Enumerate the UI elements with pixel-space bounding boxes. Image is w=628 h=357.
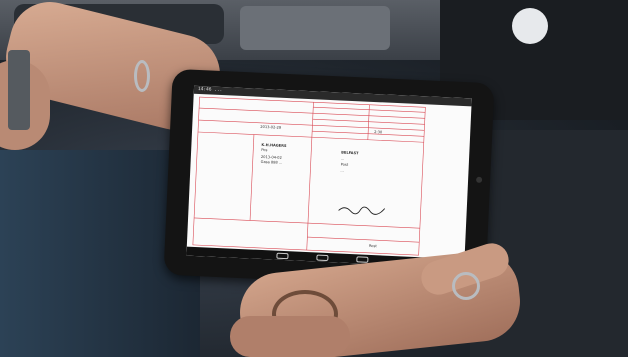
field-value: 2:30: [374, 130, 383, 135]
left-ring: [134, 60, 150, 92]
document-divider-top: [199, 107, 425, 119]
photo-scene: 14:46 ... 2013-02-28 2:30 K.H.HAGERS Pos…: [0, 0, 628, 357]
signature: [338, 206, 386, 215]
document-divider-mid: [306, 102, 314, 251]
camera-icon: [475, 176, 483, 183]
cmr-document: [192, 96, 426, 256]
back-icon[interactable]: [276, 252, 289, 260]
sender-line-2: Pos: [261, 147, 268, 153]
watch-band: [8, 50, 30, 130]
tablet-screen[interactable]: 14:46 ... 2013-02-28 2:30 K.H.HAGERS Pos…: [186, 85, 472, 269]
home-icon[interactable]: [316, 254, 329, 262]
document-divider-lower: [194, 217, 420, 229]
receiver-line-3: Post: [340, 162, 349, 167]
document-col-left: [249, 134, 255, 221]
right-ring: [452, 272, 480, 300]
receiver-line-4: ...: [340, 168, 344, 173]
recent-apps-icon[interactable]: [356, 256, 369, 263]
receiver-line-2: ...: [340, 156, 345, 161]
receiver-line-1: BELFAST: [341, 150, 359, 156]
footer-text: Rost: [368, 243, 377, 249]
right-wrist: [230, 316, 350, 357]
document-border: [192, 96, 426, 256]
document-divider-footer: [307, 236, 420, 243]
console-light-icon: [512, 8, 548, 44]
document-divider-2: [198, 119, 425, 131]
document-divider-3: [197, 131, 424, 143]
dashboard-panel: [240, 6, 390, 50]
